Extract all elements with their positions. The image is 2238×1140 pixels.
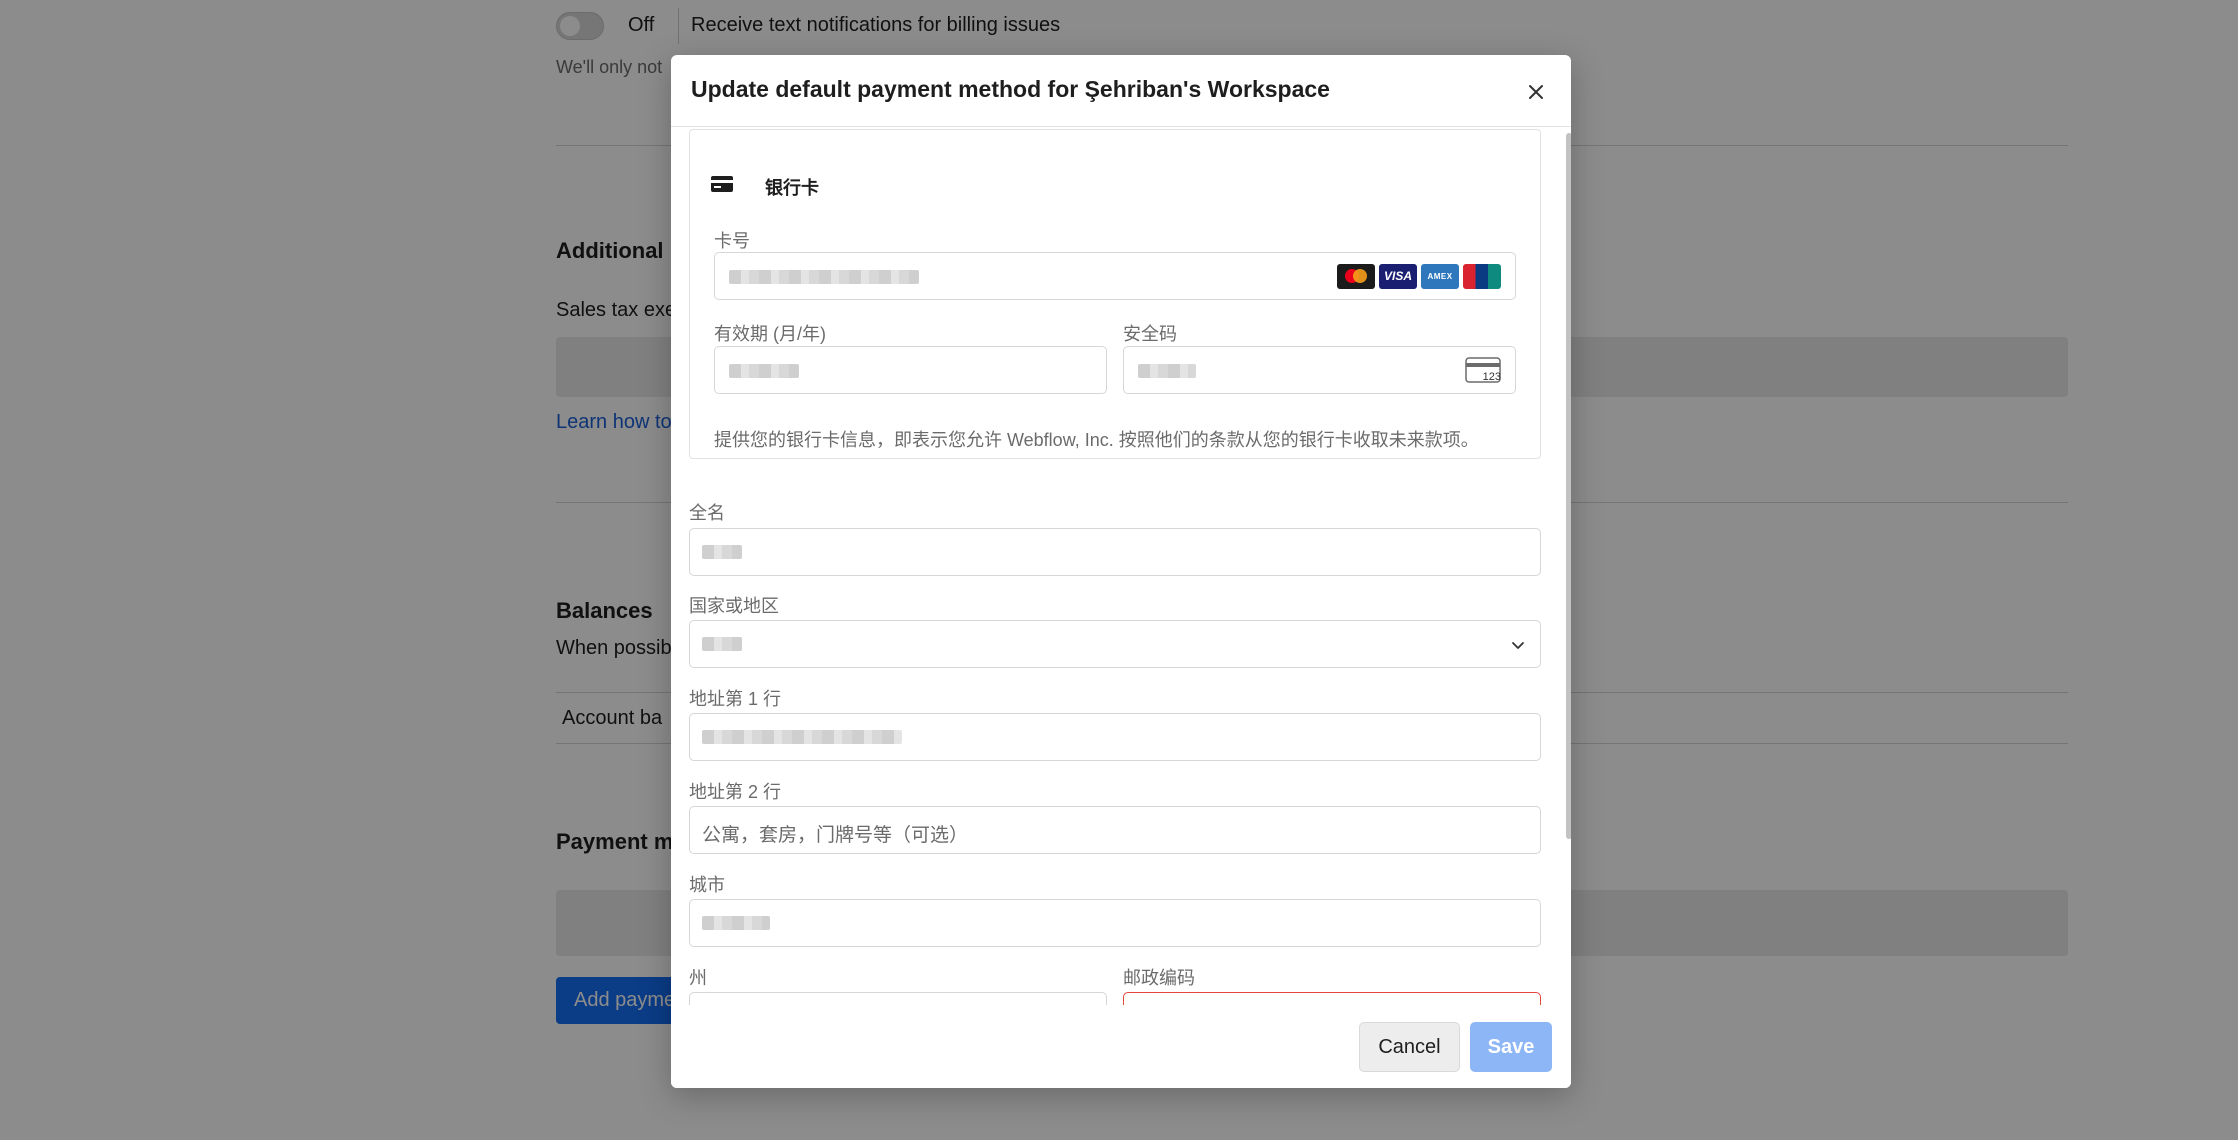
card-number-input[interactable]: VISA AMEX: [714, 252, 1516, 300]
full-name-input[interactable]: [689, 528, 1541, 576]
dialog-scrollbar-thumb[interactable]: [1566, 133, 1571, 839]
redacted-value: [702, 916, 770, 930]
redacted-value: [729, 270, 919, 284]
visa-icon: VISA: [1379, 264, 1417, 289]
country-label: 国家或地区: [689, 596, 779, 616]
city-label: 城市: [689, 875, 725, 895]
full-name-label: 全名: [689, 503, 725, 523]
amex-icon: AMEX: [1421, 264, 1459, 289]
redacted-value: [1138, 364, 1196, 378]
redacted-value: [702, 545, 742, 559]
dialog-header: Update default payment method for Şehrib…: [671, 55, 1571, 127]
card-number-label: 卡号: [714, 231, 750, 251]
redacted-value: [729, 364, 799, 378]
chevron-down-icon: [1512, 642, 1524, 649]
address-line2-placeholder: 公寓，套房，门牌号等（可选）: [702, 825, 969, 846]
payment-method-type-label: 银行卡: [765, 178, 819, 198]
cvc-label: 安全码: [1123, 324, 1177, 344]
state-label: 州: [689, 968, 707, 988]
expiry-input[interactable]: [714, 346, 1107, 394]
close-icon: [1529, 85, 1543, 99]
address-line2-label: 地址第 2 行: [689, 782, 782, 802]
address-line1-label: 地址第 1 行: [689, 689, 782, 709]
cvc-icon-digits: 123: [1482, 371, 1501, 383]
country-select[interactable]: [689, 620, 1541, 668]
cvc-input[interactable]: 123: [1123, 346, 1516, 394]
card-authorization-disclaimer: 提供您的银行卡信息，即表示您允许 Webflow, Inc. 按照他们的条款从您…: [714, 430, 1479, 450]
mastercard-icon: [1337, 264, 1375, 289]
zip-label: 邮政编码: [1123, 968, 1195, 988]
city-input[interactable]: [689, 899, 1541, 947]
redacted-value: [702, 637, 742, 651]
expiry-label: 有效期 (月/年): [714, 324, 826, 344]
credit-card-icon: [711, 176, 733, 192]
unionpay-icon: [1463, 264, 1501, 289]
address-line2-input[interactable]: 公寓，套房，门牌号等（可选）: [689, 806, 1541, 854]
redacted-value: [702, 730, 902, 744]
address-line1-input[interactable]: [689, 713, 1541, 761]
cancel-button[interactable]: Cancel: [1359, 1022, 1460, 1072]
dialog-title: Update default payment method for Şehrib…: [691, 76, 1330, 102]
close-button[interactable]: [1523, 79, 1549, 105]
payment-method-dialog: Update default payment method for Şehrib…: [671, 55, 1571, 1088]
save-button[interactable]: Save: [1470, 1022, 1552, 1072]
dialog-footer: Cancel Save: [671, 1005, 1571, 1088]
card-brand-logos: VISA AMEX: [1337, 264, 1501, 289]
